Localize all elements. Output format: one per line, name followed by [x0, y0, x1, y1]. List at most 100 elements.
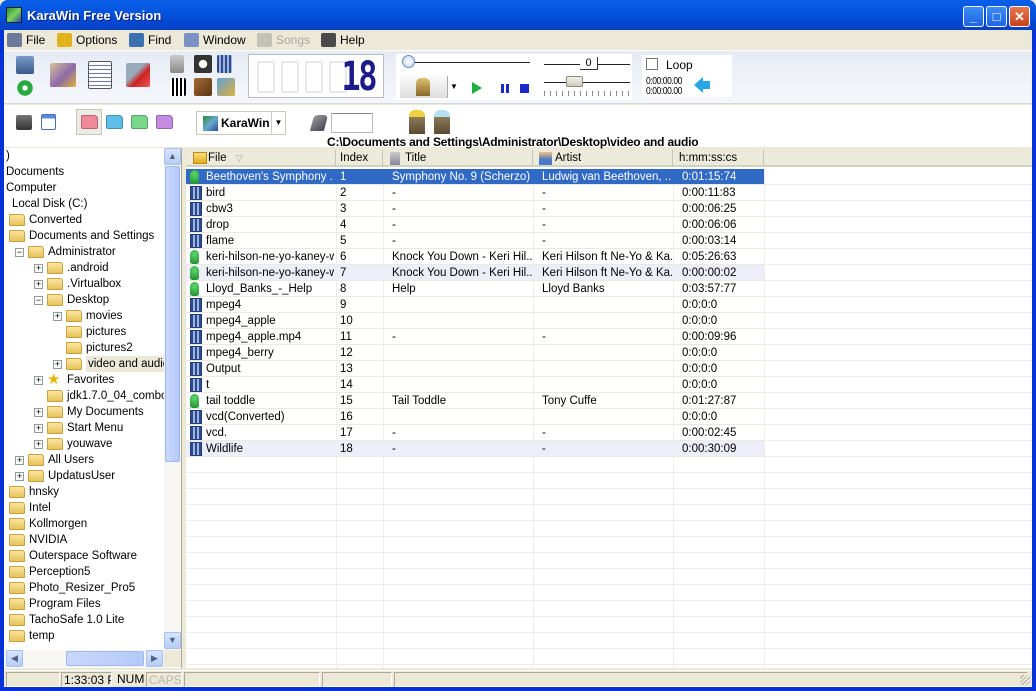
close-button[interactable]: ✕: [1009, 6, 1030, 27]
combo-dropdown-arrow[interactable]: ▼: [271, 112, 285, 134]
tree-node[interactable]: hnsky: [4, 484, 164, 500]
tree-node[interactable]: + movies: [4, 308, 164, 324]
tree-node[interactable]: + Start Menu: [4, 420, 164, 436]
expand-icon[interactable]: +: [53, 312, 62, 321]
table-row[interactable]: Wildlife 18 - - 0:00:30:09: [186, 441, 764, 457]
scroll-down-button[interactable]: ▼: [164, 632, 181, 649]
column-header-artist[interactable]: Artist: [533, 150, 673, 167]
table-row[interactable]: flame 5 - - 0:00:03:14: [186, 233, 764, 249]
speaker-icon[interactable]: [170, 55, 184, 73]
column-header-duration[interactable]: h:mm:ss:cs: [673, 150, 764, 167]
collapse-icon[interactable]: −: [34, 296, 43, 305]
expand-icon[interactable]: +: [34, 264, 43, 273]
tree-node[interactable]: − Administrator: [4, 244, 164, 260]
tree-node[interactable]: TachoSafe 1.0 Lite: [4, 612, 164, 628]
tree-node[interactable]: + youwave: [4, 436, 164, 452]
tree-node[interactable]: ): [4, 148, 164, 164]
tree-node[interactable]: Documents: [4, 164, 164, 180]
scroll-left-button[interactable]: ◀: [6, 650, 23, 667]
tree-node[interactable]: temp: [4, 628, 164, 644]
karaoke-machine-button[interactable]: [400, 76, 448, 98]
position-slider-thumb[interactable]: [402, 55, 415, 68]
loop-checkbox[interactable]: [646, 58, 658, 70]
tree-node[interactable]: + .Virtualbox: [4, 276, 164, 292]
tree-node[interactable]: Documents and Settings: [4, 228, 164, 244]
table-row[interactable]: mpeg4_berry 12 0:0:0:0: [186, 345, 764, 361]
open-folder-icon[interactable]: [50, 63, 76, 87]
tree-node[interactable]: jdk1.7.0_04_combo: [4, 388, 164, 404]
expand-icon[interactable]: +: [34, 408, 43, 417]
table-row[interactable]: vcd(Converted) 16 0:0:0:0: [186, 409, 764, 425]
menu-options[interactable]: Options: [56, 32, 117, 49]
folder-pink-button[interactable]: [81, 115, 98, 129]
tree-horizontal-scrollbar[interactable]: ◀ ▶: [4, 650, 164, 667]
table-row[interactable]: t 14 0:0:0:0: [186, 377, 764, 393]
table-row[interactable]: tail toddle 15 Tail Toddle Tony Cuffe 0:01:2…: [186, 393, 764, 409]
volume-slider-track[interactable]: [544, 82, 630, 83]
expand-icon[interactable]: +: [15, 456, 24, 465]
tree-node[interactable]: + .android: [4, 260, 164, 276]
folder-purple-button[interactable]: [156, 115, 173, 129]
table-row[interactable]: keri-hilson-ne-yo-kaney-w... 7 Knock You D…: [186, 265, 764, 281]
tree-node[interactable]: Photo_Resizer_Pro5: [4, 580, 164, 596]
menu-songs[interactable]: Songs: [256, 32, 310, 49]
folder-green-button[interactable]: [131, 115, 148, 129]
tools-icon[interactable]: [217, 78, 235, 96]
jukebox-remove-icon[interactable]: [434, 110, 450, 134]
position-slider-track[interactable]: [410, 62, 530, 63]
column-header-index[interactable]: Index: [336, 150, 383, 167]
tree-node[interactable]: − Desktop: [4, 292, 164, 308]
column-header-title[interactable]: Title: [383, 150, 533, 167]
device-icon[interactable]: [16, 115, 32, 130]
playlist-document-icon[interactable]: [88, 61, 112, 89]
tree-node[interactable]: + UpdatusUser: [4, 468, 164, 484]
screen-icon[interactable]: [16, 56, 34, 74]
table-row[interactable]: drop 4 - - 0:00:06:06: [186, 217, 764, 233]
tree-vertical-scroll-thumb[interactable]: [165, 166, 180, 462]
table-row[interactable]: Lloyd_Banks_-_Help 8 Help Lloyd Banks 0:03:5…: [186, 281, 764, 297]
table-row[interactable]: bird 2 - - 0:00:11:83: [186, 185, 764, 201]
expand-icon[interactable]: +: [53, 360, 62, 369]
menu-file[interactable]: File: [6, 32, 45, 49]
rocket-icon[interactable]: [309, 115, 329, 131]
expand-icon[interactable]: +: [34, 280, 43, 289]
resize-grip[interactable]: [1020, 675, 1030, 685]
tree-node[interactable]: + My Documents: [4, 404, 164, 420]
tree-node[interactable]: pictures2: [4, 340, 164, 356]
volume-slider-thumb[interactable]: [566, 76, 584, 87]
jukebox-add-icon[interactable]: [409, 110, 425, 134]
column-header-file[interactable]: File ▽: [186, 150, 336, 167]
tree-node[interactable]: Intel: [4, 500, 164, 516]
piano-icon[interactable]: [170, 78, 186, 96]
minimize-button[interactable]: _: [963, 6, 984, 27]
tree-node[interactable]: pictures: [4, 324, 164, 340]
collapse-icon[interactable]: −: [15, 248, 24, 257]
tree-node[interactable]: Computer: [4, 180, 164, 196]
video-icon[interactable]: [217, 55, 232, 73]
tree-node[interactable]: Outerspace Software: [4, 548, 164, 564]
refresh-icon[interactable]: [16, 79, 34, 97]
menu-find[interactable]: Find: [128, 32, 171, 49]
karawin-combo[interactable]: KaraWin ▼: [196, 111, 286, 135]
microphone-icon[interactable]: [194, 55, 212, 73]
expand-icon[interactable]: +: [34, 376, 43, 385]
mixer-icon[interactable]: [194, 78, 212, 96]
table-row[interactable]: keri-hilson-ne-yo-kaney-w... 6 Knock You D…: [186, 249, 764, 265]
folder-blue-button[interactable]: [106, 115, 123, 129]
tree-node[interactable]: Perception5: [4, 564, 164, 580]
scroll-up-button[interactable]: ▲: [164, 148, 181, 165]
table-row[interactable]: mpeg4_apple.mp4 11 - - 0:00:09:96: [186, 329, 764, 345]
menu-window[interactable]: Window: [183, 32, 246, 49]
karawin-app-icon[interactable]: [6, 7, 22, 23]
tree-node[interactable]: + ★ Favorites: [4, 372, 164, 388]
tree-node[interactable]: Converted: [4, 212, 164, 228]
tree-node[interactable]: + video and audio: [4, 356, 164, 372]
tree-horizontal-scroll-thumb[interactable]: [66, 651, 144, 666]
stop-icon[interactable]: [520, 84, 529, 93]
settings-tools-icon[interactable]: [126, 63, 150, 87]
table-row[interactable]: cbw3 3 - - 0:00:06:25: [186, 201, 764, 217]
table-row[interactable]: Output 13 0:0:0:0: [186, 361, 764, 377]
scroll-right-button[interactable]: ▶: [146, 650, 163, 667]
tree-node[interactable]: Program Files: [4, 596, 164, 612]
play-icon[interactable]: [472, 82, 482, 94]
